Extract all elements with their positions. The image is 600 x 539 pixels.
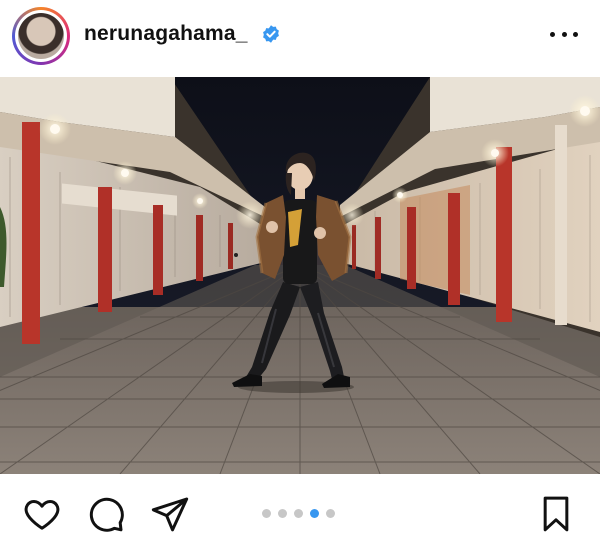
username[interactable]: nerunagahama_: [84, 22, 248, 46]
verified-badge-icon: [263, 25, 279, 43]
comment-icon[interactable]: [86, 494, 126, 534]
paper-plane-icon[interactable]: [150, 494, 190, 534]
more-options-icon[interactable]: [550, 22, 578, 46]
post-header: nerunagahama_: [0, 0, 600, 72]
carousel-indicator: [262, 509, 335, 518]
action-bar: [0, 474, 600, 534]
story-ring[interactable]: [12, 7, 70, 65]
post-photo[interactable]: [0, 77, 600, 474]
carousel-dot: [262, 509, 271, 518]
heart-icon[interactable]: [22, 494, 62, 534]
carousel-dot-active: [310, 509, 319, 518]
avatar[interactable]: [18, 13, 64, 59]
carousel-dot: [278, 509, 287, 518]
carousel-dot: [294, 509, 303, 518]
bookmark-icon[interactable]: [536, 494, 576, 534]
carousel-dot: [326, 509, 335, 518]
